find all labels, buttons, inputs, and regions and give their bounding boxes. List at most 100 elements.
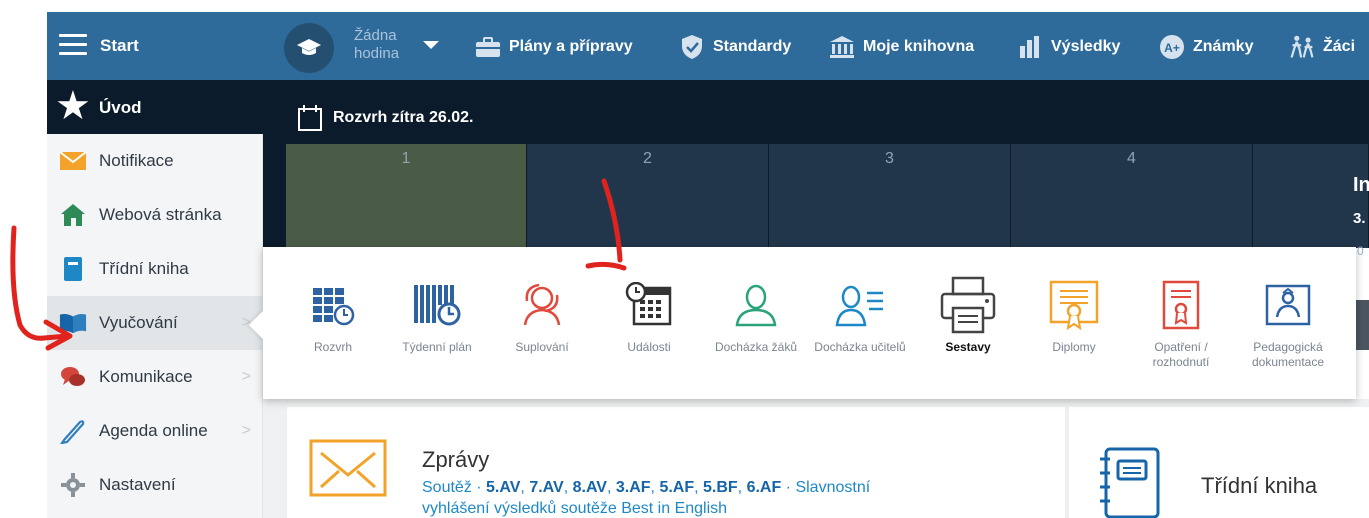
chat-bubbles-icon	[59, 363, 87, 391]
nav-item-label: Známky	[1193, 38, 1254, 55]
printer-icon	[922, 275, 1014, 335]
sidebar-header-label: Úvod	[99, 98, 142, 117]
substitution-icon	[496, 275, 588, 335]
period-peek-class: 3.	[1353, 210, 1366, 227]
lesson-selector-line1: Žádna	[354, 27, 397, 44]
house-icon	[59, 201, 87, 229]
period-cell[interactable]: 2	[527, 144, 769, 248]
start-link[interactable]: Start	[100, 36, 139, 56]
zpravy-title[interactable]: Zprávy	[422, 447, 489, 473]
sidebar-item-webova-stranka[interactable]: Webová stránka	[47, 188, 263, 242]
class-link[interactable]: 5.BF	[703, 479, 738, 496]
submenu-tile-opatreni-rozhodnuti[interactable]: Opatření / rozhodnutí	[1135, 275, 1227, 370]
submenu-tile-label: Suplování	[515, 340, 569, 354]
submenu-tile-label: Rozvrh	[313, 340, 352, 354]
period-cell[interactable]: 3	[769, 144, 1011, 248]
sidebar-header-uvod[interactable]: ★ Úvod	[47, 80, 263, 134]
sidebar-item-label: Notifikace	[99, 151, 174, 170]
submenu-tile-label: Opatření / rozhodnutí	[1152, 340, 1210, 369]
nav-znamky[interactable]: A+ Známky	[1159, 34, 1253, 60]
nav-item-label: Žáci	[1323, 38, 1356, 55]
envelope-icon	[59, 147, 87, 175]
sidebar-item-notifikace[interactable]: Notifikace	[47, 134, 263, 188]
schedule-title: Rozvrh zítra 26.02.	[297, 104, 474, 132]
zpravy-message-line2[interactable]: vyhlášení výsledků soutěže Best in Engli…	[422, 500, 727, 518]
sidebar-item-nastaveni[interactable]: Nastavení	[47, 458, 263, 512]
grade-badge-icon: A+	[1159, 34, 1185, 60]
class-link[interactable]: 5.AV	[486, 479, 520, 496]
chevron-down-icon[interactable]	[423, 41, 439, 49]
gear-icon	[59, 471, 87, 499]
teacher-attendance-icon	[814, 275, 906, 335]
chevron-right-icon: >	[241, 368, 251, 385]
nav-moje-knihovna[interactable]: Moje knihovna	[829, 34, 974, 60]
submenu-tile-dochazka-zaku[interactable]: Docházka žáků	[710, 275, 802, 355]
submenu-tile-label: Sestavy	[945, 340, 991, 354]
submenu-tile-suplovani[interactable]: Suplování	[496, 275, 588, 355]
sidebar-item-tridni-kniha[interactable]: Třídní kniha	[47, 242, 263, 296]
class-link[interactable]: 7.AV	[529, 479, 563, 496]
period-cell[interactable]: 4	[1011, 144, 1253, 248]
submenu-tile-sestavy[interactable]: Sestavy	[922, 275, 1014, 355]
period-peek-room: 0	[1357, 244, 1364, 258]
graduation-cap-icon[interactable]	[284, 23, 334, 73]
class-link[interactable]: 5.AF	[659, 479, 694, 496]
svg-text:A+: A+	[1164, 41, 1180, 55]
bar-chart-icon	[1017, 34, 1043, 60]
sidebar-item-label: Nastavení	[99, 475, 176, 494]
period-cell[interactable]	[1253, 144, 1369, 248]
nav-item-label: Výsledky	[1051, 38, 1121, 55]
pedagogical-docs-icon	[1242, 275, 1334, 335]
students-walking-icon	[1289, 34, 1315, 60]
sidebar-item-komunikace[interactable]: Komunikace >	[47, 350, 263, 404]
envelope-large-icon	[309, 439, 387, 497]
class-link[interactable]: 8.AV	[573, 479, 607, 496]
nav-zaci[interactable]: Žáci	[1289, 34, 1355, 60]
calendar-icon	[298, 105, 322, 131]
class-link[interactable]: 6.AF	[747, 479, 782, 496]
notebook-large-icon	[1100, 447, 1160, 518]
submenu-tile-diplomy[interactable]: Diplomy	[1028, 275, 1120, 355]
submenu-tile-label: Docházka učitelů	[814, 340, 906, 354]
submenu-tile-dochazka-ucitelu[interactable]: Docházka učitelů	[814, 275, 906, 355]
open-book-icon	[59, 309, 87, 337]
diploma-icon	[1028, 275, 1120, 335]
schedule-title-text: Rozvrh zítra 26.02.	[333, 109, 474, 126]
top-navigation-bar: Start Žádna hodina Plány a přípravy Stan…	[47, 12, 1369, 80]
schedule-grid-icon	[287, 275, 379, 335]
sidebar-item-label: Vyučování	[99, 313, 178, 332]
nav-vysledky[interactable]: Výsledky	[1017, 34, 1120, 60]
hamburger-menu-icon[interactable]	[59, 34, 87, 56]
chevron-right-icon: >	[241, 422, 251, 439]
submenu-tile-rozvrh[interactable]: Rozvrh	[287, 275, 379, 355]
zpravy-message-line[interactable]: Soutěž · 5.AV, 7.AV, 8.AV, 3.AF, 5.AF, 5…	[422, 479, 870, 497]
sidebar-item-label: Webová stránka	[99, 205, 222, 224]
sidebar-item-vyucovani[interactable]: Vyučování >	[47, 296, 263, 350]
sidebar-item-agenda-online[interactable]: Agenda online >	[47, 404, 263, 458]
events-calendar-icon	[603, 275, 695, 335]
period-peek-strip	[1355, 300, 1369, 350]
vyucovani-submenu: Rozvrh Týdenní plán Suplování Události D…	[248, 247, 1356, 399]
submenu-tile-tydenni-plan[interactable]: Týdenní plán	[391, 275, 483, 355]
library-icon	[829, 34, 855, 60]
sidebar-item-label: Komunikace	[99, 367, 193, 386]
decision-document-icon	[1135, 275, 1227, 335]
lesson-selector[interactable]: Žádna hodina	[354, 27, 399, 63]
pen-icon	[59, 417, 87, 445]
class-link[interactable]: 3.AF	[616, 479, 651, 496]
submenu-tile-label: Týdenní plán	[402, 340, 472, 354]
nav-item-label: Standardy	[713, 38, 792, 55]
sidebar: Notifikace Webová stránka Třídní kniha V…	[47, 134, 263, 518]
weekly-plan-icon	[391, 275, 483, 335]
schedule-periods: 1 2 3 4	[286, 144, 1369, 248]
shield-check-icon	[679, 34, 705, 60]
submenu-tile-pedagogicka-dokumentace[interactable]: Pedagogická dokumentace	[1242, 275, 1334, 370]
nav-standardy[interactable]: Standardy	[679, 34, 791, 60]
submenu-tile-udalosti[interactable]: Události	[603, 275, 695, 355]
tridni-kniha-title[interactable]: Třídní kniha	[1201, 473, 1317, 499]
nav-item-label: Plány a přípravy	[509, 38, 633, 55]
zpravy-prefix: Soutěž ·	[422, 479, 487, 496]
nav-plany-a-pripravy[interactable]: Plány a přípravy	[475, 34, 633, 60]
period-cell[interactable]: 1	[286, 144, 527, 248]
submenu-tile-label: Pedagogická dokumentace	[1251, 340, 1325, 369]
